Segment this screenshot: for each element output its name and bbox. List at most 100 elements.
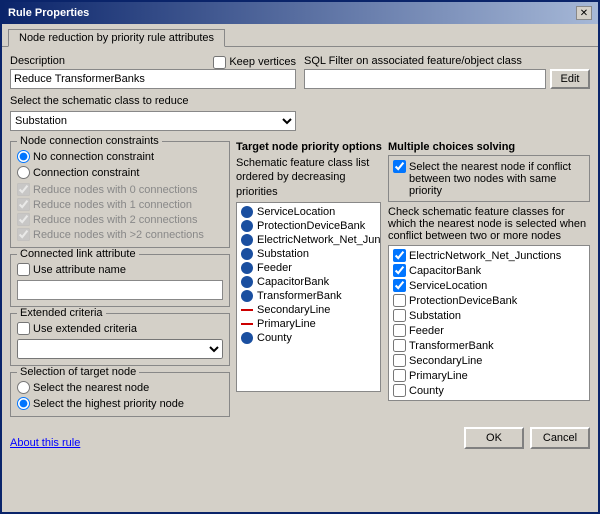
- check-item-checkbox-0[interactable]: [393, 249, 406, 262]
- selection-target-title: Selection of target node: [17, 366, 139, 378]
- check-item-checkbox-5[interactable]: [393, 324, 406, 337]
- cancel-button[interactable]: Cancel: [530, 427, 590, 449]
- schematic-class-group: Select the schematic class to reduce Sub…: [10, 95, 296, 131]
- constraint-radio[interactable]: [17, 166, 30, 179]
- description-input[interactable]: Reduce TransformerBanks: [10, 69, 296, 89]
- check-feature-list: ElectricNetwork_Net_Junctions CapacitorB…: [388, 245, 590, 401]
- connected-link-title: Connected link attribute: [17, 248, 139, 260]
- select-nearest-group: Select the nearest node if conflict betw…: [388, 155, 590, 202]
- main-content: Description Keep vertices Reduce Transfo…: [2, 47, 598, 512]
- feature-list[interactable]: ServiceLocation ProtectionDeviceBank Ele…: [236, 202, 381, 392]
- use-attr-name-checkbox[interactable]: [17, 263, 30, 276]
- nearest-radio-label: Select the nearest node: [17, 381, 223, 394]
- close-button[interactable]: ✕: [576, 6, 592, 20]
- list-item[interactable]: CapacitorBank: [239, 275, 378, 289]
- list-item[interactable]: PrimaryLine: [239, 317, 378, 331]
- schematic-class-label: Select the schematic class to reduce: [10, 95, 296, 107]
- nearest-radio[interactable]: [17, 381, 30, 394]
- list-item[interactable]: TransformerBank: [239, 289, 378, 303]
- red-line-icon: [241, 318, 253, 330]
- left-panel: Node connection constraints No connectio…: [10, 141, 230, 423]
- right-panel: Target node priority options Schematic f…: [236, 141, 590, 423]
- target-list-label: Schematic feature class list ordered by …: [236, 156, 384, 199]
- keep-vertices-checkbox[interactable]: [213, 56, 226, 69]
- list-item[interactable]: ElectricNetwork_Net_Junctions: [239, 233, 378, 247]
- node-connection-title: Node connection constraints: [17, 135, 162, 147]
- connected-link-group: Connected link attribute Use attribute n…: [10, 254, 230, 307]
- sql-filter-input[interactable]: [304, 69, 546, 89]
- check-item: SecondaryLine: [391, 353, 587, 368]
- list-item[interactable]: SecondaryLine: [239, 303, 378, 317]
- target-radio-group: Select the nearest node Select the highe…: [17, 381, 223, 410]
- title-bar: Rule Properties ✕: [2, 2, 598, 24]
- check-item-checkbox-4[interactable]: [393, 309, 406, 322]
- check-item: Feeder: [391, 323, 587, 338]
- no-constraint-radio-label: No connection constraint: [17, 150, 223, 163]
- list-item[interactable]: ServiceLocation: [239, 205, 378, 219]
- edit-button[interactable]: Edit: [550, 69, 590, 89]
- check-item: Substation: [391, 308, 587, 323]
- extended-criteria-title: Extended criteria: [17, 307, 106, 319]
- schematic-class-select[interactable]: Substation: [10, 111, 296, 131]
- selection-target-group: Selection of target node Select the near…: [10, 372, 230, 417]
- list-item[interactable]: County: [239, 331, 378, 345]
- check-desc: Check schematic feature classes for whic…: [388, 206, 590, 242]
- blue-dot-icon: [241, 290, 253, 302]
- blue-dot-icon: [241, 206, 253, 218]
- check-item: ElectricNetwork_Net_Junctions: [391, 248, 587, 263]
- check-item-checkbox-7[interactable]: [393, 354, 406, 367]
- target-node-panel: Target node priority options Schematic f…: [236, 141, 384, 423]
- tab-bar: Node reduction by priority rule attribut…: [2, 24, 598, 47]
- conn0-checkbox: [17, 183, 30, 196]
- description-group: Description Keep vertices Reduce Transfo…: [10, 55, 296, 89]
- about-link[interactable]: About this rule: [10, 437, 80, 449]
- use-attr-name-label: Use attribute name: [17, 263, 223, 276]
- check-item-checkbox-9[interactable]: [393, 384, 406, 397]
- rule-properties-window: Rule Properties ✕ Node reduction by prio…: [0, 0, 600, 514]
- ok-button[interactable]: OK: [464, 427, 524, 449]
- check-item-checkbox-6[interactable]: [393, 339, 406, 352]
- constraint-radio-label: Connection constraint: [17, 166, 223, 179]
- blue-dot-icon: [241, 276, 253, 288]
- window-title: Rule Properties: [8, 7, 89, 19]
- list-item[interactable]: Feeder: [239, 261, 378, 275]
- bottom-row: About this rule OK Cancel: [10, 427, 590, 449]
- use-extended-checkbox[interactable]: [17, 322, 30, 335]
- check-item-checkbox-3[interactable]: [393, 294, 406, 307]
- check-item-checkbox-1[interactable]: [393, 264, 406, 277]
- tab-node-reduction[interactable]: Node reduction by priority rule attribut…: [8, 29, 225, 47]
- select-nearest-label: Select the nearest node if conflict: [393, 160, 585, 173]
- list-item[interactable]: ProtectionDeviceBank: [239, 219, 378, 233]
- radio-group: No connection constraint Connection cons…: [17, 150, 223, 179]
- conn1-label: Reduce nodes with 1 connection: [17, 198, 223, 211]
- node-connection-group: Node connection constraints No connectio…: [10, 141, 230, 248]
- top-section: Description Keep vertices Reduce Transfo…: [10, 55, 590, 137]
- no-constraint-radio[interactable]: [17, 150, 30, 163]
- target-node-title: Target node priority options: [236, 141, 384, 153]
- connected-link-input[interactable]: [17, 280, 223, 300]
- check-item: PrimaryLine: [391, 368, 587, 383]
- highest-radio[interactable]: [17, 397, 30, 410]
- conn2-label: Reduce nodes with 2 connections: [17, 213, 223, 226]
- conn3-label: Reduce nodes with >2 connections: [17, 228, 223, 241]
- extended-criteria-select[interactable]: [17, 339, 223, 359]
- highest-radio-label: Select the highest priority node: [17, 397, 223, 410]
- blue-dot-icon: [241, 234, 253, 246]
- between-label: between two nodes with same priority: [409, 173, 585, 197]
- conn0-label: Reduce nodes with 0 connections: [17, 183, 223, 196]
- conn2-checkbox: [17, 213, 30, 226]
- blue-dot-icon: [241, 248, 253, 260]
- main-grid: Node connection constraints No connectio…: [10, 141, 590, 423]
- check-item-checkbox-8[interactable]: [393, 369, 406, 382]
- check-item: ServiceLocation: [391, 278, 587, 293]
- connection-checkbox-list: Reduce nodes with 0 connections Reduce n…: [17, 183, 223, 241]
- select-nearest-checkbox[interactable]: [393, 160, 406, 173]
- check-item: County: [391, 383, 587, 398]
- list-item[interactable]: Substation: [239, 247, 378, 261]
- sql-filter-row: Edit: [304, 69, 590, 89]
- keep-vertices-label: Keep vertices: [213, 56, 296, 69]
- blue-dot-icon: [241, 332, 253, 344]
- check-item-checkbox-2[interactable]: [393, 279, 406, 292]
- sql-filter-label: SQL Filter on associated feature/object …: [304, 55, 590, 67]
- button-row: OK Cancel: [464, 427, 590, 449]
